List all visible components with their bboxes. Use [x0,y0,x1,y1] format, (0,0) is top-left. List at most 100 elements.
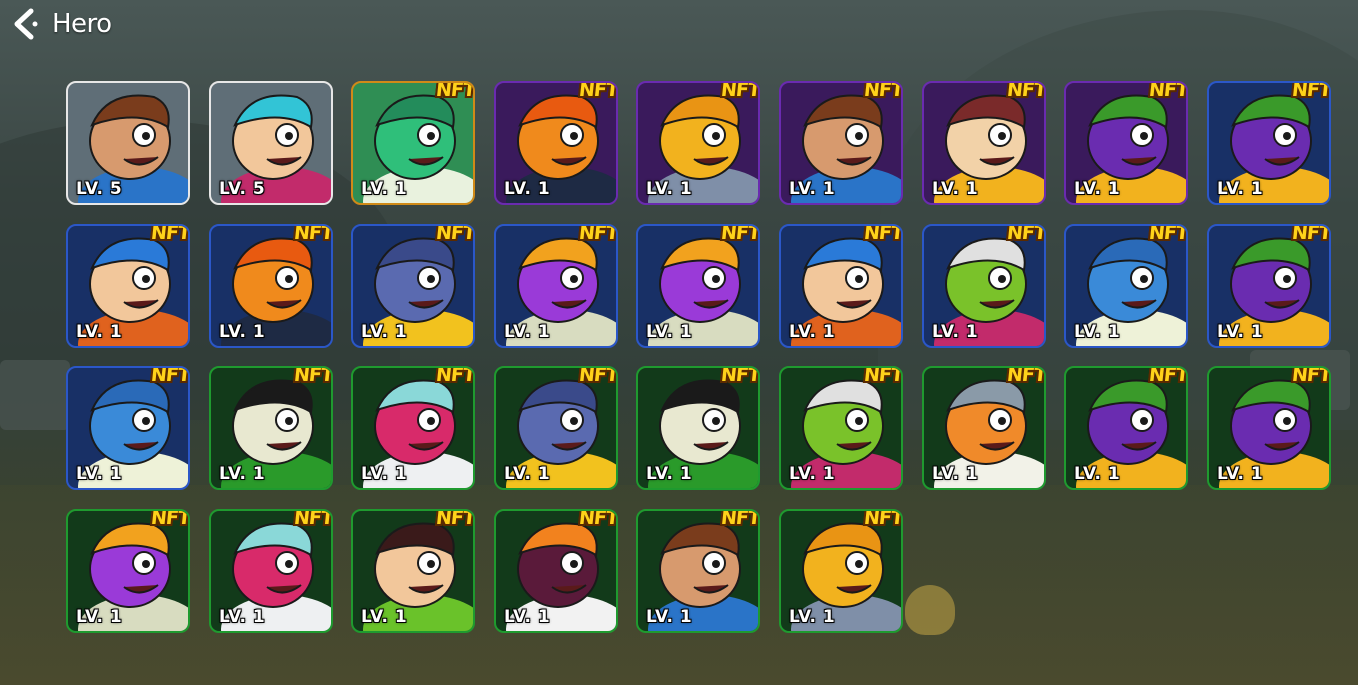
hero-card[interactable]: LV. 1 NFT [922,366,1046,490]
hero-card[interactable]: LV. 1 NFT [351,224,475,348]
nft-badge: NFT [863,81,903,101]
hero-level-label: LV. 1 [361,322,408,342]
nft-badge: NFT [150,509,190,529]
hero-level-label: LV. 1 [789,464,836,484]
nft-badge: NFT [293,366,333,386]
hero-level-label: LV. 1 [504,179,551,199]
hero-card[interactable]: LV. 1 NFT [351,81,475,205]
hero-level-label: LV. 5 [76,179,123,199]
nft-badge: NFT [435,81,475,101]
hero-level-label: LV. 1 [76,322,123,342]
nft-badge: NFT [578,509,618,529]
hero-card[interactable]: LV. 1 NFT [636,366,760,490]
hero-card[interactable]: LV. 1 NFT [1207,366,1331,490]
hero-card[interactable]: LV. 1 NFT [779,224,903,348]
chevron-left-icon [14,8,38,40]
nft-badge: NFT [863,509,903,529]
hero-level-label: LV. 1 [361,607,408,627]
hero-card[interactable]: LV. 1 NFT [494,224,618,348]
hero-card[interactable]: LV. 1 NFT [209,224,333,348]
nft-badge: NFT [578,366,618,386]
hero-level-label: LV. 1 [504,464,551,484]
nft-badge: NFT [1006,81,1046,101]
nft-badge: NFT [863,224,903,244]
hero-card[interactable]: LV. 1 NFT [209,509,333,633]
hero-card[interactable]: LV. 1 NFT [1064,81,1188,205]
hero-level-label: LV. 1 [932,179,979,199]
nft-badge: NFT [435,366,475,386]
back-button[interactable] [4,4,44,44]
nft-badge: NFT [863,366,903,386]
hero-level-label: LV. 1 [361,464,408,484]
hero-level-label: LV. 1 [1217,179,1264,199]
hero-card[interactable]: LV. 1 NFT [209,366,333,490]
hero-level-label: LV. 1 [1217,322,1264,342]
hero-level-label: LV. 1 [76,464,123,484]
hero-level-label: LV. 1 [1074,322,1121,342]
hero-card[interactable]: LV. 1 NFT [66,509,190,633]
nft-badge: NFT [720,81,760,101]
nft-badge: NFT [1291,81,1331,101]
nft-badge: NFT [1006,366,1046,386]
hero-level-label: LV. 1 [789,179,836,199]
hero-card[interactable]: LV. 1 NFT [779,509,903,633]
page-title: Hero [52,9,112,39]
hero-card[interactable]: LV. 1 NFT [636,509,760,633]
hero-level-label: LV. 1 [76,607,123,627]
nft-badge: NFT [1148,81,1188,101]
nft-badge: NFT [578,81,618,101]
hero-level-label: LV. 1 [646,607,693,627]
hero-level-label: LV. 1 [932,322,979,342]
hero-level-label: LV. 1 [646,179,693,199]
hero-card[interactable]: LV. 1 NFT [1207,81,1331,205]
nft-badge: NFT [720,224,760,244]
hero-card[interactable]: LV. 1 NFT [1064,224,1188,348]
hero-level-label: LV. 1 [1074,179,1121,199]
background-plant [905,585,955,635]
nft-badge: NFT [435,224,475,244]
hero-card[interactable]: LV. 1 NFT [636,81,760,205]
hero-card[interactable]: LV. 1 NFT [351,366,475,490]
background-stone [0,360,70,430]
hero-card[interactable]: LV. 1 NFT [922,224,1046,348]
hero-card[interactable]: LV. 1 NFT [351,509,475,633]
nft-badge: NFT [1006,224,1046,244]
hero-level-label: LV. 1 [789,322,836,342]
nft-badge: NFT [150,224,190,244]
hero-card[interactable]: LV. 1 NFT [922,81,1046,205]
nft-badge: NFT [1291,224,1331,244]
hero-card[interactable]: LV. 1 NFT [66,224,190,348]
header-bar: Hero [0,0,400,48]
hero-card[interactable]: LV. 1 NFT [494,366,618,490]
hero-level-label: LV. 1 [1074,464,1121,484]
hero-card[interactable]: LV. 1 NFT [66,366,190,490]
hero-card[interactable]: LV. 5 [66,81,190,205]
hero-card[interactable]: LV. 1 NFT [494,81,618,205]
hero-card[interactable]: LV. 5 [209,81,333,205]
nft-badge: NFT [435,509,475,529]
hero-level-label: LV. 1 [646,322,693,342]
nft-badge: NFT [1148,366,1188,386]
nft-badge: NFT [720,509,760,529]
hero-level-label: LV. 1 [504,607,551,627]
hero-card[interactable]: LV. 1 NFT [1207,224,1331,348]
hero-card[interactable]: LV. 1 NFT [779,81,903,205]
hero-card[interactable]: LV. 1 NFT [636,224,760,348]
hero-card[interactable]: LV. 1 NFT [779,366,903,490]
nft-badge: NFT [578,224,618,244]
nft-badge: NFT [150,366,190,386]
hero-level-label: LV. 1 [646,464,693,484]
hero-level-label: LV. 1 [1217,464,1264,484]
nft-badge: NFT [720,366,760,386]
hero-card[interactable]: LV. 1 NFT [1064,366,1188,490]
hero-level-label: LV. 1 [219,464,266,484]
nft-badge: NFT [1291,366,1331,386]
nft-badge: NFT [293,509,333,529]
hero-level-label: LV. 1 [361,179,408,199]
hero-card[interactable]: LV. 1 NFT [494,509,618,633]
hero-level-label: LV. 1 [219,607,266,627]
hero-level-label: LV. 5 [219,179,266,199]
nft-badge: NFT [293,224,333,244]
hero-level-label: LV. 1 [504,322,551,342]
hero-level-label: LV. 1 [219,322,266,342]
